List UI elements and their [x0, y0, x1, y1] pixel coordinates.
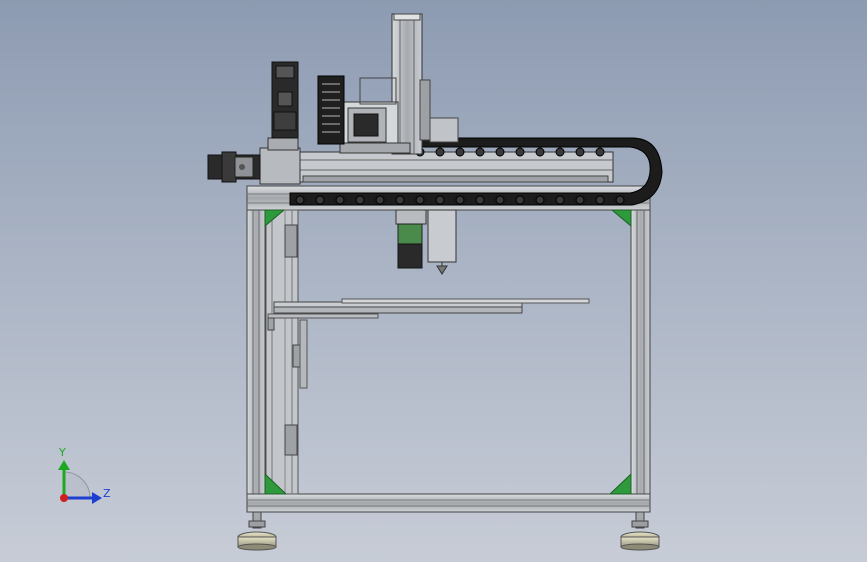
horizontal-slide-plate[interactable]	[267, 298, 590, 331]
leveling-foot-right	[620, 511, 660, 551]
triad-y-label: Y	[58, 446, 66, 459]
leveling-foot-left	[237, 511, 277, 551]
orientation-triad[interactable]: Y Z	[58, 446, 111, 504]
frame-left-post	[246, 209, 266, 513]
triad-y-arrowhead	[58, 460, 70, 470]
cad-viewport[interactable]: Y Z	[0, 0, 867, 562]
triad-z-label: Z	[103, 487, 111, 500]
spindle-head[interactable]	[395, 209, 457, 275]
x-axis-end-block	[259, 147, 301, 185]
frame-bottom-beam	[246, 493, 651, 513]
drive-heatsink	[317, 75, 345, 145]
z-axis-column[interactable]	[271, 13, 459, 155]
corner-bracket-top-right	[610, 209, 632, 228]
corner-bracket-bottom-right	[608, 472, 632, 495]
frame-right-post	[630, 209, 651, 513]
triad-z-arrowhead	[92, 492, 102, 504]
triad-x-axis-dot	[60, 494, 68, 502]
